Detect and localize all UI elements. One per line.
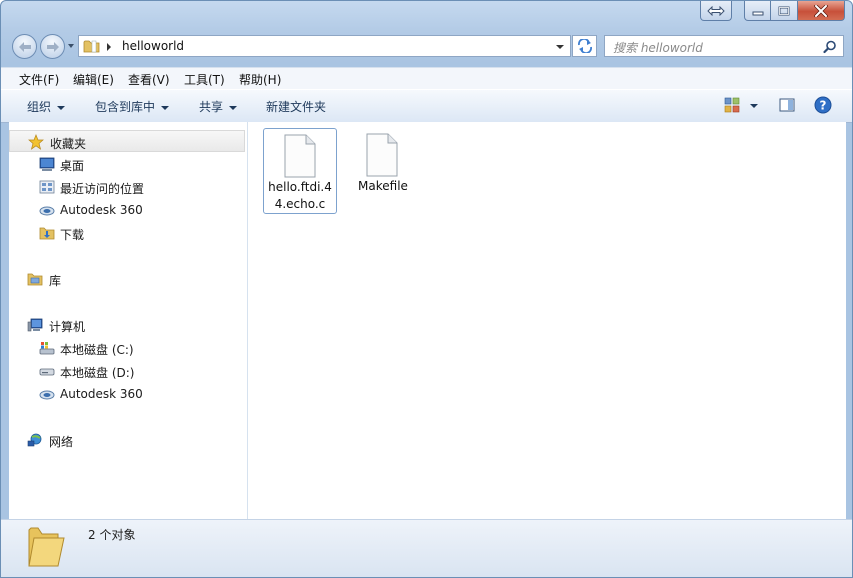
menu-edit[interactable]: 编辑(E) bbox=[73, 71, 114, 88]
share-button[interactable]: 共享 bbox=[199, 98, 238, 115]
address-path[interactable]: helloworld bbox=[122, 39, 184, 53]
organize-button[interactable]: 组织 bbox=[27, 98, 66, 115]
address-dropdown-icon[interactable] bbox=[556, 45, 564, 49]
desktop-icon bbox=[39, 156, 55, 172]
include-in-library-label: 包含到库中 bbox=[95, 100, 156, 114]
nav-recent[interactable]: 最近访问的位置 bbox=[9, 176, 245, 198]
maximize-icon bbox=[778, 6, 790, 15]
chevron-down-icon bbox=[229, 105, 238, 110]
nav-drive-c[interactable]: 本地磁盘 (C:) bbox=[9, 337, 245, 359]
downloads-folder-icon bbox=[39, 225, 55, 241]
menu-bar: 文件(F) 编辑(E) 查看(V) 工具(T) 帮助(H) bbox=[1, 67, 852, 90]
back-arrow-icon bbox=[18, 41, 31, 52]
nav-downloads-label: 下载 bbox=[60, 228, 85, 242]
nav-drive-c-label: 本地磁盘 (C:) bbox=[60, 343, 134, 357]
network-icon bbox=[27, 432, 43, 448]
view-options-icon bbox=[724, 97, 740, 113]
include-in-library-button[interactable]: 包含到库中 bbox=[95, 98, 170, 115]
nav-desktop-label: 桌面 bbox=[60, 159, 85, 173]
forward-arrow-icon bbox=[46, 41, 59, 52]
preview-pane-icon bbox=[779, 98, 795, 112]
help-button[interactable]: ? bbox=[814, 96, 832, 117]
search-placeholder[interactable]: 搜索 helloworld bbox=[613, 39, 703, 56]
nav-drive-d-label: 本地磁盘 (D:) bbox=[60, 366, 135, 380]
recent-places-icon bbox=[39, 179, 55, 195]
close-button[interactable] bbox=[797, 1, 845, 21]
nav-autodesk-favorites[interactable]: Autodesk 360 bbox=[9, 199, 245, 221]
computer-icon bbox=[27, 317, 43, 333]
nav-desktop[interactable]: 桌面 bbox=[9, 153, 245, 175]
file-name: hello.ftdi.44.echo.c bbox=[268, 180, 332, 211]
forward-button[interactable] bbox=[40, 34, 65, 59]
navigation-pane: 收藏夹 桌面 最近访问的位置 Autodesk 360 下载 库 计算机 本地磁… bbox=[9, 122, 248, 519]
double-arrow-icon bbox=[707, 5, 725, 16]
file-item-hello-c[interactable]: hello.ftdi.44.echo.c bbox=[263, 128, 337, 214]
nav-libraries[interactable]: 库 bbox=[9, 268, 245, 290]
share-label: 共享 bbox=[199, 100, 224, 114]
chevron-down-icon bbox=[57, 105, 66, 110]
new-folder-button[interactable]: 新建文件夹 bbox=[266, 98, 326, 115]
breadcrumb-separator-icon[interactable] bbox=[107, 43, 111, 51]
document-icon bbox=[284, 134, 316, 178]
preview-pane-button[interactable] bbox=[779, 97, 795, 116]
file-name: Makefile bbox=[358, 179, 408, 193]
autodesk-360-icon bbox=[39, 386, 55, 402]
back-button[interactable] bbox=[12, 34, 37, 59]
autodesk-360-icon bbox=[39, 202, 55, 218]
recent-pages-dropdown[interactable] bbox=[68, 44, 74, 48]
nav-favorites[interactable]: 收藏夹 bbox=[9, 130, 245, 152]
nav-network[interactable]: 网络 bbox=[9, 429, 245, 451]
large-folder-icon bbox=[26, 524, 66, 571]
organize-label: 组织 bbox=[27, 100, 52, 114]
address-bar[interactable]: helloworld bbox=[78, 35, 571, 57]
search-box[interactable]: 搜索 helloworld bbox=[604, 35, 844, 57]
nav-recent-label: 最近访问的位置 bbox=[60, 182, 145, 196]
minimize-button[interactable] bbox=[744, 1, 771, 21]
svg-text:?: ? bbox=[820, 99, 827, 113]
explorer-window: helloworld 搜索 helloworld 文件(F) 编辑(E) 查看(… bbox=[0, 0, 853, 578]
file-item-makefile[interactable]: Makefile bbox=[346, 128, 420, 214]
maximize-button[interactable] bbox=[770, 1, 798, 21]
resize-toggle-button[interactable] bbox=[700, 1, 732, 21]
close-icon bbox=[814, 4, 828, 17]
nav-network-label: 网络 bbox=[49, 435, 74, 449]
file-list-pane[interactable]: hello.ftdi.44.echo.c Makefile bbox=[248, 122, 846, 519]
nav-drive-d[interactable]: 本地磁盘 (D:) bbox=[9, 360, 245, 382]
chevron-down-icon bbox=[161, 105, 170, 110]
search-icon[interactable] bbox=[823, 40, 837, 57]
menu-help[interactable]: 帮助(H) bbox=[239, 71, 281, 88]
menu-tools[interactable]: 工具(T) bbox=[184, 71, 225, 88]
document-icon bbox=[366, 133, 398, 177]
library-icon bbox=[27, 271, 43, 287]
menu-view[interactable]: 查看(V) bbox=[128, 71, 170, 88]
details-pane: 2 个对象 bbox=[1, 519, 852, 577]
refresh-icon bbox=[577, 39, 592, 53]
help-icon: ? bbox=[814, 96, 832, 114]
nav-autodesk-computer[interactable]: Autodesk 360 bbox=[9, 383, 245, 405]
folder-icon bbox=[83, 39, 101, 56]
nav-autodesk-computer-label: Autodesk 360 bbox=[60, 387, 143, 401]
system-drive-icon bbox=[39, 340, 55, 356]
nav-autodesk-favorites-label: Autodesk 360 bbox=[60, 203, 143, 217]
command-bar: 组织 包含到库中 共享 新建文件夹 ? bbox=[1, 89, 852, 123]
nav-computer-label: 计算机 bbox=[49, 320, 86, 334]
view-dropdown-icon[interactable] bbox=[750, 104, 758, 108]
nav-downloads[interactable]: 下载 bbox=[9, 222, 245, 244]
refresh-button[interactable] bbox=[572, 35, 597, 57]
nav-favorites-label: 收藏夹 bbox=[50, 137, 87, 151]
hard-drive-icon bbox=[39, 363, 55, 379]
menu-file[interactable]: 文件(F) bbox=[19, 71, 59, 88]
change-view-button[interactable] bbox=[724, 97, 740, 116]
nav-libraries-label: 库 bbox=[49, 274, 62, 288]
star-icon bbox=[28, 134, 44, 150]
minimize-icon bbox=[752, 11, 763, 15]
nav-computer[interactable]: 计算机 bbox=[9, 314, 245, 336]
item-count: 2 个对象 bbox=[88, 528, 136, 542]
